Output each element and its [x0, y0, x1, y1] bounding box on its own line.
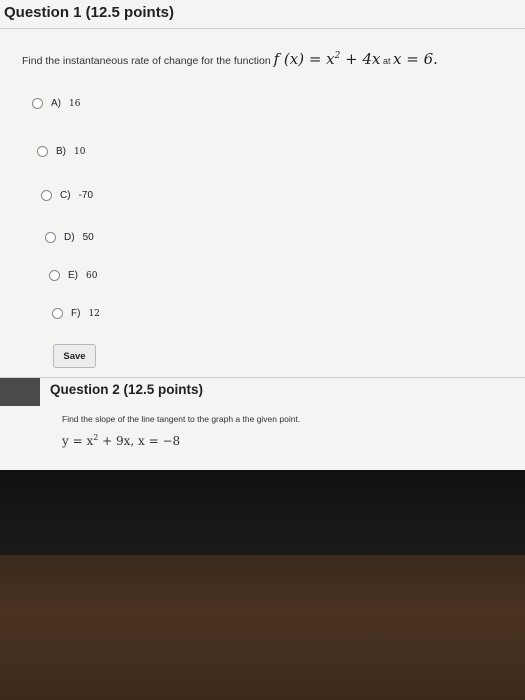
option-d-letter: D): [64, 232, 75, 243]
option-f-letter: F): [71, 308, 81, 319]
header-divider: [0, 28, 525, 29]
question-1-title: Question 1 (12.5 points): [4, 4, 175, 21]
question-2-title: Question 2 (12.5 points): [50, 382, 204, 397]
option-b-value: 10: [74, 146, 86, 157]
option-a[interactable]: A) 16: [32, 98, 80, 109]
option-e-radio[interactable]: [49, 270, 60, 281]
option-b-letter: B): [56, 146, 66, 157]
option-b[interactable]: B) 10: [37, 146, 85, 157]
option-d-radio[interactable]: [45, 232, 56, 243]
option-f-radio[interactable]: [52, 308, 63, 319]
option-b-radio[interactable]: [37, 146, 48, 157]
option-d-value: 50: [82, 232, 94, 243]
question-2-prompt: Find the slope of the line tangent to th…: [62, 414, 301, 424]
at-label: at: [380, 56, 394, 66]
option-f-value: 12: [88, 308, 100, 319]
question-1-prompt: Find the instantaneous rate of change fo…: [22, 50, 438, 68]
quiz-screen: Question 1 (12.5 points) Find the instan…: [0, 0, 525, 470]
option-e-value: 60: [86, 270, 98, 281]
option-e[interactable]: E) 60: [49, 270, 97, 281]
option-a-radio[interactable]: [32, 98, 43, 109]
option-c-radio[interactable]: [41, 190, 52, 201]
question-2-equation: y = x2 + 9x, x = −8: [62, 433, 181, 448]
save-button[interactable]: Save: [53, 344, 96, 368]
option-a-letter: A): [51, 98, 61, 109]
monitor-bezel: [0, 470, 525, 560]
option-f[interactable]: F) 12: [52, 308, 100, 319]
option-d[interactable]: D) 50: [45, 232, 94, 243]
point-expression: x = 6.: [393, 50, 438, 68]
sidebar-marker: [0, 378, 40, 406]
prompt-text: Find the instantaneous rate of change fo…: [22, 55, 271, 67]
function-expression: f (x) = x2 + 4x: [273, 50, 381, 68]
option-a-value: 16: [69, 98, 81, 109]
option-c-value: -70: [78, 190, 94, 201]
option-e-letter: E): [68, 270, 78, 281]
question-divider: [0, 377, 525, 378]
option-c[interactable]: C) -70: [41, 190, 93, 201]
desk-surface: [0, 555, 525, 700]
option-c-letter: C): [60, 190, 71, 201]
